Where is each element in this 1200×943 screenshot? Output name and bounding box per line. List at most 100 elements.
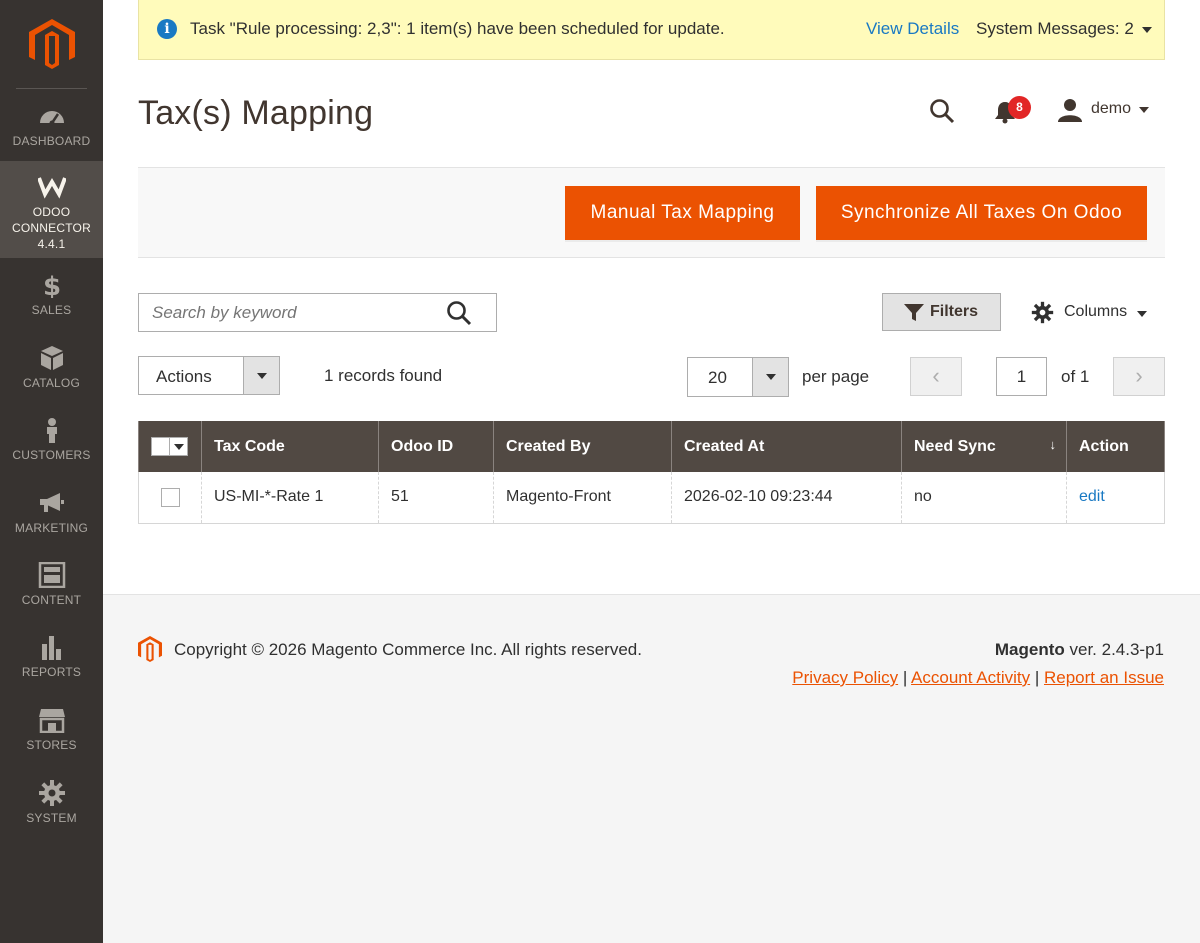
per-page-label: per page	[802, 367, 870, 386]
sidebar-item-customers[interactable]: Customers	[0, 417, 103, 473]
filters-button[interactable]: Filters	[882, 293, 1001, 331]
previous-page-button[interactable]: ‹	[910, 357, 962, 396]
columns-label: Columns	[1064, 303, 1128, 320]
cube-icon	[40, 346, 63, 370]
dashboard-icon	[39, 111, 64, 126]
sidebar-item-label: Dashboard	[12, 134, 91, 148]
system-messages-toggle[interactable]: System Messages: 2	[976, 19, 1134, 39]
need-sync-label: Need Sync	[914, 437, 996, 455]
per-page-select[interactable]: 20	[687, 357, 789, 397]
page-number-input[interactable]	[996, 357, 1047, 396]
cell-odoo-id: 51	[378, 472, 494, 524]
mass-actions-label: Actions	[156, 367, 212, 386]
sidebar-item-label: Sales	[31, 303, 72, 317]
storefront-icon	[38, 709, 65, 733]
user-icon[interactable]	[1058, 98, 1082, 122]
sidebar-item-label: Odoo Connector 4.4.1	[12, 205, 91, 251]
mass-select-checkbox[interactable]	[151, 437, 189, 456]
footer-brand: Magento	[994, 640, 1065, 659]
next-page-button[interactable]: ›	[1113, 357, 1165, 396]
column-header-created-at[interactable]: Created At	[671, 421, 902, 472]
report-issue-link[interactable]: Report an Issue	[1044, 668, 1164, 687]
magento-logo-icon[interactable]	[29, 19, 75, 69]
megaphone-icon	[39, 493, 64, 512]
grid-header-row: Tax Code Odoo ID Created By Created At N…	[138, 421, 1165, 472]
sidebar-item-marketing[interactable]: Marketing	[0, 490, 103, 546]
column-header-created-by[interactable]: Created By	[493, 421, 672, 472]
odoo-connector-icon	[37, 177, 66, 199]
cell-tax-code: US-MI-*-Rate 1	[201, 472, 379, 524]
cell-created-by: Magento-Front	[493, 472, 672, 524]
column-header-need-sync[interactable]: Need Sync ↓	[901, 421, 1067, 472]
person-icon	[46, 418, 57, 443]
page-actions-bar: Manual Tax Mapping Synchronize All Taxes…	[138, 167, 1165, 258]
system-message-text: Task "Rule processing: 2,3": 1 item(s) h…	[190, 19, 725, 38]
cell-created-at: 2026-02-10 09:23:44	[671, 472, 902, 524]
system-message-bar: i Task "Rule processing: 2,3": 1 item(s)…	[138, 0, 1165, 60]
sort-arrow-icon: ↓	[1049, 437, 1057, 452]
privacy-policy-link[interactable]: Privacy Policy	[792, 668, 898, 687]
footer-version-number: ver. 2.4.3-p1	[1064, 640, 1164, 659]
sidebar-item-odoo-connector[interactable]: Odoo Connector 4.4.1	[0, 161, 103, 258]
view-details-link[interactable]: View Details	[866, 19, 959, 39]
edit-link[interactable]: edit	[1079, 488, 1105, 505]
records-found-count: 1 records found	[324, 366, 443, 385]
sidebar-item-sales[interactable]: $ Sales	[0, 272, 103, 328]
row-select-cell	[138, 472, 202, 524]
synchronize-all-taxes-button[interactable]: Synchronize All Taxes On Odoo	[816, 186, 1147, 240]
sidebar-item-label: Catalog	[23, 376, 80, 390]
bar-chart-icon	[41, 636, 61, 660]
search-icon[interactable]	[446, 300, 472, 326]
page-title: Tax(s) Mapping	[138, 94, 374, 132]
sidebar-divider	[16, 88, 87, 89]
search-icon[interactable]	[929, 98, 955, 124]
chevron-down-icon	[1137, 311, 1147, 317]
table-row: US-MI-*-Rate 1 51 Magento-Front 2026-02-…	[138, 472, 1165, 524]
per-page-value: 20	[708, 368, 727, 387]
gear-icon	[38, 780, 65, 806]
manual-tax-mapping-button[interactable]: Manual Tax Mapping	[565, 186, 800, 240]
cell-need-sync: no	[901, 472, 1067, 524]
filter-icon	[904, 304, 924, 321]
footer-links: Privacy Policy | Account Activity | Repo…	[792, 668, 1164, 687]
sidebar-item-content[interactable]: Content	[0, 562, 103, 618]
admin-sidebar: Dashboard Odoo Connector 4.4.1 $ Sales C…	[0, 0, 103, 943]
notification-count-badge[interactable]: 8	[1008, 96, 1031, 119]
footer-version: Magento ver. 2.4.3-p1	[995, 640, 1164, 660]
tax-mapping-grid: Tax Code Odoo ID Created By Created At N…	[138, 421, 1165, 524]
column-header-tax-code[interactable]: Tax Code	[201, 421, 379, 472]
row-checkbox[interactable]	[161, 487, 180, 507]
mass-select-header[interactable]	[138, 421, 202, 472]
user-menu-name[interactable]: demo	[1091, 100, 1131, 118]
cell-action: edit	[1066, 472, 1165, 524]
sidebar-item-stores[interactable]: Stores	[0, 707, 103, 763]
footer-divider	[103, 594, 1200, 595]
column-header-odoo-id[interactable]: Odoo ID	[378, 421, 494, 472]
account-activity-link[interactable]: Account Activity	[911, 668, 1030, 687]
sidebar-item-label: Marketing	[14, 521, 89, 535]
sidebar-item-system[interactable]: System	[0, 780, 103, 836]
filters-label: Filters	[930, 303, 979, 320]
keyword-search	[138, 293, 497, 332]
select-all-checkbox[interactable]	[151, 437, 170, 456]
column-header-action: Action	[1066, 421, 1165, 472]
chevron-down-icon[interactable]	[169, 437, 188, 456]
sidebar-item-catalog[interactable]: Catalog	[0, 345, 103, 401]
gear-icon	[1031, 301, 1054, 324]
chevron-down-icon[interactable]	[1142, 27, 1152, 33]
chevron-down-icon[interactable]	[752, 358, 788, 396]
main-content: i Task "Rule processing: 2,3": 1 item(s)…	[103, 0, 1200, 943]
search-input[interactable]	[139, 294, 439, 331]
dollar-icon: $	[42, 272, 60, 298]
magento-logo-icon	[138, 635, 162, 663]
info-icon: i	[157, 19, 177, 39]
sidebar-item-reports[interactable]: Reports	[0, 634, 103, 690]
chevron-down-icon[interactable]	[1139, 107, 1149, 113]
layout-icon	[38, 562, 65, 588]
sidebar-item-label: Reports	[21, 665, 82, 679]
chevron-down-icon[interactable]	[243, 357, 279, 394]
footer-copyright: Copyright © 2026 Magento Commerce Inc. A…	[174, 640, 642, 659]
page-total: of 1	[1061, 367, 1090, 386]
sidebar-item-dashboard[interactable]: Dashboard	[0, 103, 103, 159]
mass-actions-select[interactable]: Actions	[138, 356, 280, 395]
